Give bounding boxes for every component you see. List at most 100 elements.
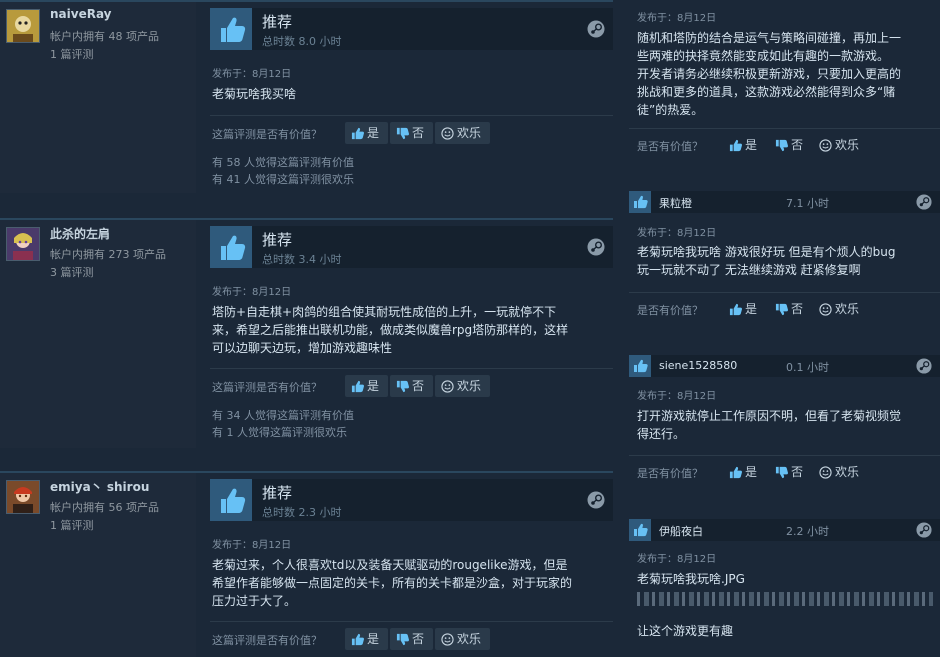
posted-date: 发布于：8月12日 — [637, 13, 717, 24]
posted-date: 发布于：8月12日 — [212, 287, 292, 298]
vote-funny-label: 欢乐 — [457, 379, 482, 393]
posted-date: 发布于：8月12日 — [637, 554, 717, 565]
vote-no-button[interactable]: 否 — [390, 122, 433, 144]
thumbs-up-icon — [629, 355, 651, 377]
author-name[interactable]: siene1528580 — [659, 359, 737, 372]
thumbs-up-icon — [210, 226, 252, 268]
avatar[interactable] — [6, 9, 40, 43]
vote-no-label: 否 — [412, 126, 425, 140]
vote-yes-label: 是 — [367, 126, 380, 140]
author-review-count[interactable]: 1 篇评测 — [50, 46, 94, 62]
review-text-line: 希望作者能够做一点固定的关卡，所有的关卡都是沙盒，对于玩家的 — [212, 576, 573, 590]
vote-yes-button[interactable]: 是 — [729, 463, 757, 480]
side-review-header[interactable]: 果粒橙 7.1 小时 — [629, 191, 940, 213]
vote-header[interactable]: 推荐 总时数 3.4 小时 — [210, 226, 613, 268]
vote-label: 推荐 — [262, 484, 293, 502]
obscured-text-line — [637, 592, 933, 606]
thumbs-up-icon — [351, 127, 364, 140]
playtime: 总时数 8.0 小时 — [262, 35, 342, 48]
playtime: 总时数 3.4 小时 — [262, 253, 342, 266]
divider — [629, 455, 940, 456]
vote-header[interactable]: 推荐 总时数 2.3 小时 — [210, 479, 613, 521]
helpful-count: 有 58 人觉得这篇评测有价值 — [212, 156, 354, 169]
vote-funny-button[interactable]: 欢乐 — [435, 122, 490, 144]
review-card: naiveRay 帐户内拥有 48 项产品 1 篇评测 推荐 总时数 8.0 小… — [0, 0, 613, 193]
review-text-line: 随机和塔防的结合是运气与策略间碰撞，再加上一 — [637, 31, 902, 45]
side-review-header[interactable]: siene1528580 0.1 小时 — [629, 355, 940, 377]
vote-yes-button[interactable]: 是 — [345, 122, 388, 144]
vote-no-label: 否 — [791, 138, 804, 152]
vote-yes-button[interactable]: 是 — [729, 300, 757, 317]
helpful-question: 是否有价值？ — [637, 140, 703, 153]
posted-date: 发布于：8月12日 — [212, 69, 292, 80]
author-review-count[interactable]: 1 篇评测 — [50, 517, 94, 533]
vote-funny-label: 欢乐 — [835, 302, 860, 316]
funny-count: 有 1 人觉得这篇评测很欢乐 — [212, 426, 347, 439]
steam-icon — [916, 522, 932, 542]
review-text-line: 老菊玩啥我玩啥.JPG — [637, 572, 745, 586]
review-text-line: 徒”的热爱。 — [637, 103, 704, 117]
author-product-count[interactable]: 帐户内拥有 273 项产品 — [50, 246, 166, 262]
thumbs-down-icon — [396, 380, 409, 393]
vote-yes-label: 是 — [745, 465, 758, 479]
vote-funny-label: 欢乐 — [835, 465, 860, 479]
review-text-line: 打开游戏就停止工作原因不明，但看了老菊视频觉 — [637, 409, 902, 423]
review-text-line: 老菊过来，个人很喜欢td以及装备天赋驱动的rougelike游戏，但是 — [212, 558, 568, 572]
posted-date: 发布于：8月12日 — [212, 540, 292, 551]
vote-funny-button[interactable]: 欢乐 — [435, 628, 490, 650]
divider — [629, 128, 940, 129]
posted-date: 发布于：8月12日 — [637, 391, 717, 402]
vote-yes-label: 是 — [367, 632, 380, 646]
divider — [210, 115, 613, 116]
author-name[interactable]: 伊船夜白 — [659, 523, 703, 539]
review-text-line: 塔防+自走棋+肉鸽的组合使其耐玩性成倍的上升，一玩就停不下 — [212, 305, 557, 319]
thumbs-down-icon — [396, 633, 409, 646]
thumbs-up-icon — [729, 303, 742, 316]
vote-label: 推荐 — [262, 231, 293, 249]
thumbs-down-icon — [775, 139, 788, 152]
smiley-icon — [441, 380, 454, 393]
vote-no-button[interactable]: 否 — [775, 300, 803, 317]
vote-no-button[interactable]: 否 — [775, 463, 803, 480]
author-review-count[interactable]: 3 篇评测 — [50, 264, 94, 280]
author-name[interactable]: naiveRay — [50, 7, 112, 21]
vote-no-button[interactable]: 否 — [775, 136, 803, 153]
side-review-header[interactable]: 伊船夜白 2.2 小时 — [629, 519, 940, 541]
posted-date: 发布于：8月12日 — [637, 228, 717, 239]
vote-yes-button[interactable]: 是 — [345, 628, 388, 650]
avatar[interactable] — [6, 480, 40, 514]
avatar[interactable] — [6, 227, 40, 261]
vote-no-button[interactable]: 否 — [390, 375, 433, 397]
vote-funny-button[interactable]: 欢乐 — [435, 375, 490, 397]
review-text: 老菊玩啥我玩啥.JPG — [637, 570, 933, 588]
author-product-count[interactable]: 帐户内拥有 48 项产品 — [50, 28, 159, 44]
author-name[interactable]: 此杀的左肩 — [50, 225, 110, 242]
thumbs-up-icon — [351, 380, 364, 393]
helpful-question: 这篇评测是否有价值？ — [212, 381, 322, 394]
review-text-line: 挑战和更多的道具，这款游戏必然能得到众多“赌 — [637, 85, 896, 99]
vote-yes-button[interactable]: 是 — [729, 136, 757, 153]
vote-yes-button[interactable]: 是 — [345, 375, 388, 397]
vote-header[interactable]: 推荐 总时数 8.0 小时 — [210, 8, 613, 50]
thumbs-up-icon — [629, 191, 651, 213]
thumbs-down-icon — [775, 466, 788, 479]
author-name[interactable]: 果粒橙 — [659, 195, 692, 211]
playtime: 0.1 小时 — [786, 361, 829, 374]
author-name[interactable]: emiya丶 shirou — [50, 478, 149, 495]
review-text-line: 老菊玩啥我买啥 — [212, 87, 297, 101]
divider — [629, 292, 940, 293]
review-text: 塔防+自走棋+肉鸽的组合使其耐玩性成倍的上升，一玩就停不下 来，希望之后能推出联… — [212, 303, 602, 357]
playtime: 7.1 小时 — [786, 197, 829, 210]
review-text: 老菊玩啥我买啥 — [212, 85, 602, 103]
vote-funny-button[interactable]: 欢乐 — [819, 463, 859, 480]
helpful-question: 是否有价值？ — [637, 304, 703, 317]
smiley-icon — [819, 139, 832, 152]
steam-icon — [587, 20, 605, 42]
vote-yes-label: 是 — [745, 138, 758, 152]
vote-no-button[interactable]: 否 — [390, 628, 433, 650]
author-product-count[interactable]: 帐户内拥有 56 项产品 — [50, 499, 159, 515]
divider — [210, 368, 613, 369]
vote-no-label: 否 — [791, 302, 804, 316]
vote-funny-button[interactable]: 欢乐 — [819, 136, 859, 153]
vote-funny-button[interactable]: 欢乐 — [819, 300, 859, 317]
